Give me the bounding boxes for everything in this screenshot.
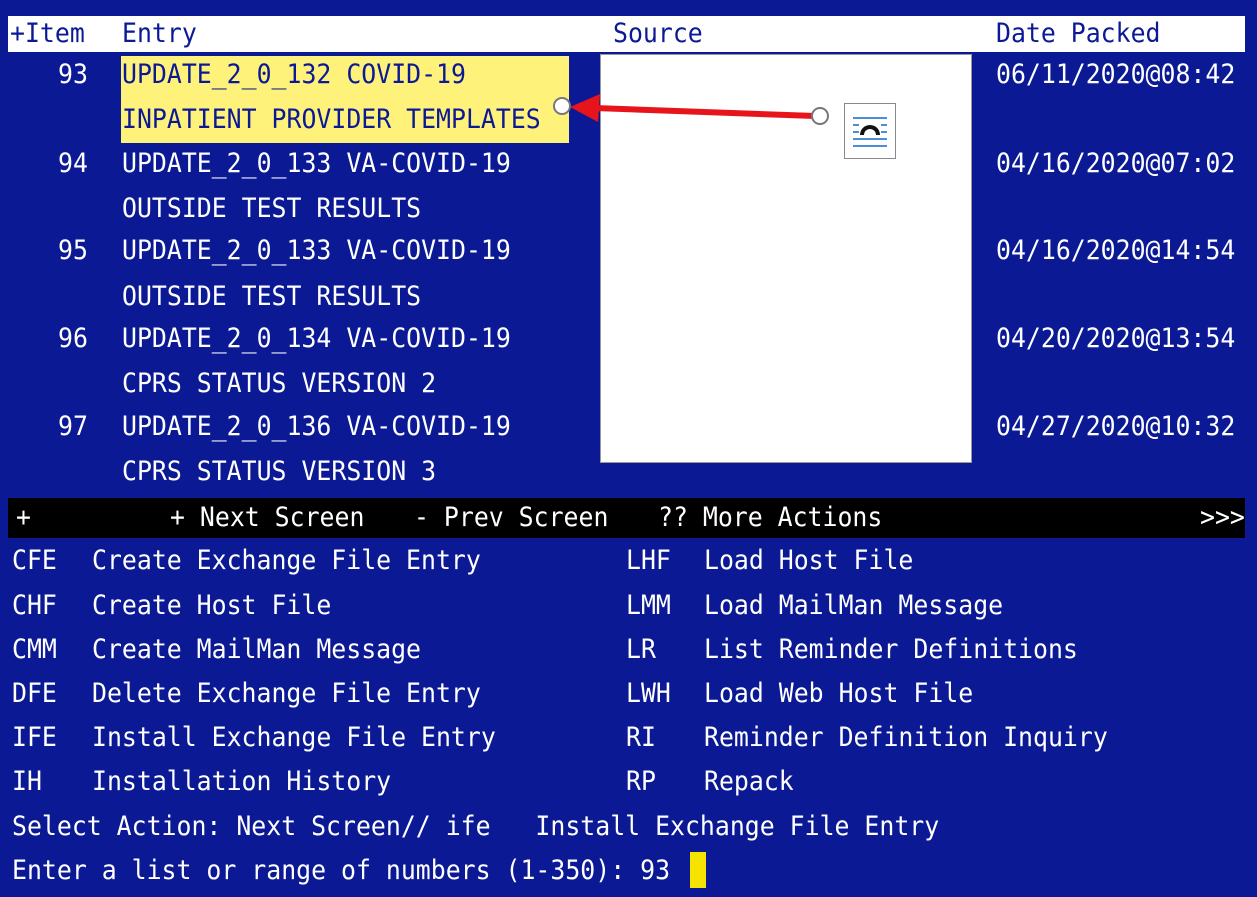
- row-entry-line1[interactable]: UPDATE_2_0_132 COVID-19: [122, 58, 466, 92]
- action-code[interactable]: CHF: [12, 589, 57, 623]
- source-panel: [600, 54, 972, 463]
- action-label[interactable]: Create Host File: [92, 589, 331, 623]
- action-bar: + + Next Screen - Prev Screen ?? More Ac…: [8, 498, 1245, 538]
- row-entry-line2[interactable]: OUTSIDE TEST RESULTS: [122, 192, 421, 226]
- action-code[interactable]: RP: [626, 765, 656, 799]
- row-entry-line2[interactable]: CPRS STATUS VERSION 3: [122, 455, 436, 489]
- more-indicator: >>>: [1200, 502, 1245, 533]
- row-entry-line1[interactable]: UPDATE_2_0_133 VA-COVID-19: [122, 147, 511, 181]
- row-number[interactable]: 97: [58, 410, 88, 444]
- action-code[interactable]: IH: [12, 765, 42, 799]
- row-date: 04/16/2020@07:02: [996, 148, 1236, 179]
- row-entry-line2[interactable]: CPRS STATUS VERSION 2: [122, 367, 436, 401]
- action-label[interactable]: Load Web Host File: [704, 677, 973, 711]
- col-source-header: Source: [613, 18, 703, 49]
- action-label[interactable]: List Reminder Definitions: [704, 633, 1078, 667]
- col-date-header: Date Packed: [996, 18, 1161, 49]
- row-date: 04/27/2020@10:32: [996, 411, 1236, 442]
- action-code[interactable]: LR: [626, 633, 656, 667]
- range-input-prompt[interactable]: Enter a list or range of numbers (1-350)…: [12, 854, 670, 888]
- terminal-screen: +Item Entry Source Date Packed 93 UPDATE…: [0, 0, 1257, 897]
- text-cursor: [690, 852, 706, 888]
- row-entry-line1[interactable]: UPDATE_2_0_136 VA-COVID-19: [122, 410, 511, 444]
- action-label[interactable]: Install Exchange File Entry: [92, 721, 496, 755]
- action-code[interactable]: CMM: [12, 633, 57, 667]
- col-entry-header: Entry: [122, 18, 197, 49]
- action-label[interactable]: Create MailMan Message: [92, 633, 421, 667]
- prev-screen-action[interactable]: - Prev Screen: [414, 501, 608, 535]
- row-date: 06/11/2020@08:42: [996, 59, 1236, 90]
- action-label[interactable]: Installation History: [92, 765, 391, 799]
- scroll-indicator: +: [16, 502, 31, 533]
- more-actions-action[interactable]: ?? More Actions: [658, 501, 882, 535]
- paragraph-icon[interactable]: [844, 103, 896, 159]
- row-number[interactable]: 94: [58, 147, 88, 181]
- action-code[interactable]: CFE: [12, 544, 57, 578]
- row-number[interactable]: 95: [58, 234, 88, 268]
- row-entry-line1[interactable]: UPDATE_2_0_133 VA-COVID-19: [122, 234, 511, 268]
- row-entry-line1[interactable]: UPDATE_2_0_134 VA-COVID-19: [122, 322, 511, 356]
- row-entry-line2[interactable]: INPATIENT PROVIDER TEMPLATES: [122, 103, 541, 137]
- action-label[interactable]: Delete Exchange File Entry: [92, 677, 481, 711]
- row-date: 04/20/2020@13:54: [996, 323, 1236, 354]
- row-number[interactable]: 93: [58, 58, 88, 92]
- row-number[interactable]: 96: [58, 322, 88, 356]
- row-entry-line2[interactable]: OUTSIDE TEST RESULTS: [122, 280, 421, 314]
- action-code[interactable]: DFE: [12, 677, 57, 711]
- action-label[interactable]: Reminder Definition Inquiry: [704, 721, 1108, 755]
- row-date: 04/16/2020@14:54: [996, 235, 1236, 266]
- action-code[interactable]: LMM: [626, 589, 671, 623]
- action-label[interactable]: Load Host File: [704, 544, 913, 578]
- action-label[interactable]: Load MailMan Message: [704, 589, 1003, 623]
- select-action-prompt[interactable]: Select Action: Next Screen// ife Install…: [12, 810, 939, 844]
- action-code[interactable]: RI: [626, 721, 656, 755]
- column-header-row: +Item Entry Source Date Packed: [8, 16, 1245, 52]
- action-label[interactable]: Repack: [704, 765, 794, 799]
- col-item-header: +Item: [10, 18, 85, 49]
- action-code[interactable]: IFE: [12, 721, 57, 755]
- action-code[interactable]: LWH: [626, 677, 671, 711]
- action-code[interactable]: LHF: [626, 544, 671, 578]
- next-screen-action[interactable]: + Next Screen: [170, 501, 364, 535]
- action-label[interactable]: Create Exchange File Entry: [92, 544, 481, 578]
